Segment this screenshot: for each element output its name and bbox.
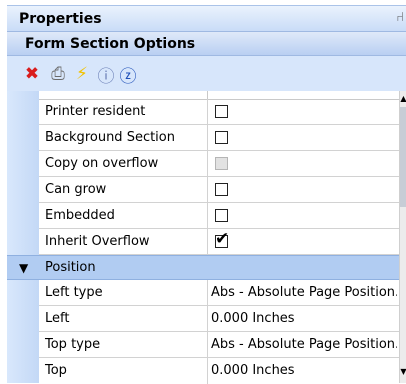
property-row-top[interactable]: Top 0.000 Inches	[39, 358, 399, 384]
print-icon[interactable]: ⎙	[47, 63, 69, 85]
property-label: Inherit Overflow	[45, 234, 150, 249]
toolbar: ✖ ⎙ ⚡ ⓘ ⓩ	[7, 56, 406, 91]
copy-on-overflow-checkbox	[215, 157, 228, 170]
property-row-can-grow[interactable]: Can grow	[39, 177, 399, 203]
scroll-down-icon[interactable]: ▼	[400, 367, 406, 376]
property-label: Embedded	[45, 208, 115, 223]
vertical-scrollbar[interactable]: ▲ ▼	[399, 91, 406, 383]
panel-title: Properties	[19, 11, 102, 27]
properties-panel: Properties ⑁ Form Section Options ✖ ⎙ ⚡ …	[0, 0, 406, 384]
property-row-left[interactable]: Left 0.000 Inches	[39, 306, 399, 332]
form-section-title: Form Section Options	[25, 36, 196, 52]
property-row-inherit-overflow[interactable]: Inherit Overflow ✔	[39, 229, 399, 255]
check-mark: ✔	[215, 229, 230, 249]
property-grid: Printer resident Background Section Copy…	[7, 91, 399, 384]
scroll-up-icon[interactable]: ▲	[400, 94, 406, 103]
property-row-background-section[interactable]: Background Section	[39, 125, 399, 151]
can-grow-checkbox[interactable]	[215, 183, 228, 196]
form-section-header: Form Section Options	[7, 31, 406, 56]
property-row-copy-on-overflow[interactable]: Copy on overflow	[39, 151, 399, 177]
inherit-overflow-checkbox[interactable]: ✔	[215, 231, 229, 248]
position-section-header[interactable]: ▼ Position	[7, 255, 399, 280]
panel-title-bar: Properties ⑁	[7, 5, 406, 31]
left-type-value[interactable]: Abs - Absolute Page Position.	[211, 285, 397, 300]
grid-gutter	[7, 91, 39, 383]
property-row-embedded[interactable]: Embedded	[39, 203, 399, 229]
collapse-arrow-icon[interactable]: ▼	[19, 261, 28, 275]
embedded-checkbox[interactable]	[215, 209, 228, 222]
property-label: Can grow	[45, 182, 107, 197]
lightning-icon[interactable]: ⚡	[71, 63, 93, 85]
property-row-left-type[interactable]: Left type Abs - Absolute Page Position.	[39, 280, 399, 306]
property-label: Copy on overflow	[45, 156, 159, 171]
left-value[interactable]: 0.000 Inches	[211, 311, 397, 326]
scrollbar-thumb[interactable]	[400, 107, 406, 207]
property-label: Background Section	[45, 130, 175, 145]
top-value[interactable]: 0.000 Inches	[211, 363, 397, 378]
top-type-value[interactable]: Abs - Absolute Page Position.	[211, 337, 397, 352]
property-label: Top type	[45, 337, 101, 352]
property-label: Left	[45, 311, 70, 326]
position-section-label: Position	[45, 260, 96, 275]
info-icon[interactable]: ⓘ	[95, 63, 117, 87]
printer-resident-checkbox[interactable]	[215, 105, 228, 118]
property-label: Printer resident	[45, 104, 146, 119]
help-icon[interactable]: ⓩ	[117, 63, 139, 87]
property-row-top-type[interactable]: Top type Abs - Absolute Page Position.	[39, 332, 399, 358]
background-section-checkbox[interactable]	[215, 131, 228, 144]
pin-icon[interactable]: ⑁	[396, 10, 404, 25]
delete-icon[interactable]: ✖	[21, 63, 43, 85]
property-row-printer-resident[interactable]: Printer resident	[39, 99, 399, 125]
property-label: Left type	[45, 285, 103, 300]
property-label: Top	[45, 363, 67, 378]
